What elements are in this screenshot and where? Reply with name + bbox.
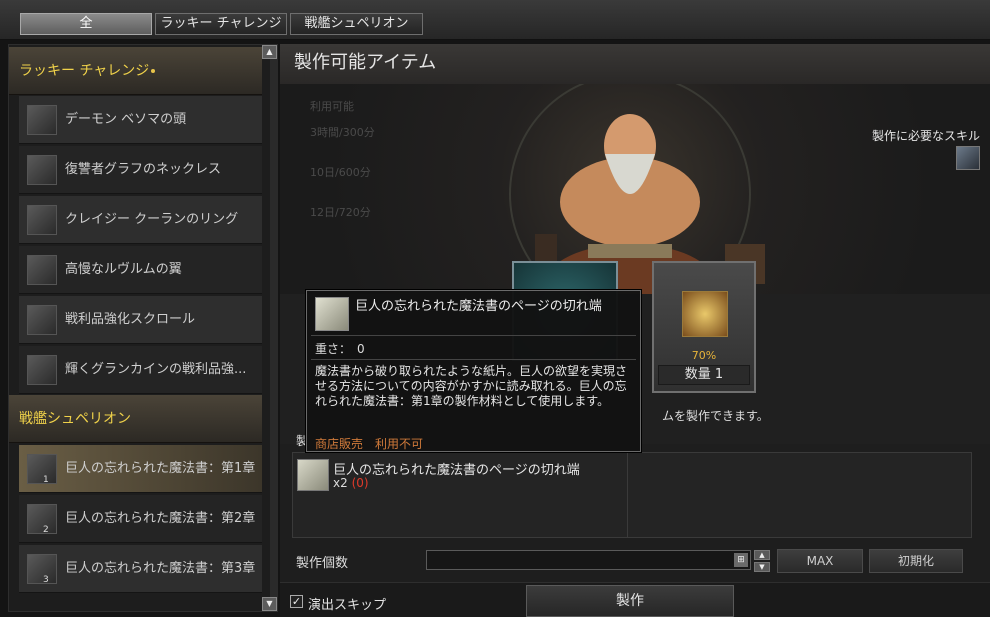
list-item-selected[interactable]: 1 巨人の忘れられた魔法書：第1章 <box>19 445 262 493</box>
success-rate: 70% <box>691 349 717 362</box>
skill-icon[interactable] <box>956 146 980 170</box>
list-item[interactable]: クレイジー クーランのリング <box>19 196 262 244</box>
category-battleship-superion[interactable]: 戦艦シュペリオン <box>9 395 262 443</box>
skip-animation-label: 演出スキップ <box>308 598 387 613</box>
top-tab-bar: 全 ラッキー チャレンジ 戦艦シュペリオン <box>0 0 990 40</box>
stepper-down-icon[interactable]: ▼ <box>754 562 770 572</box>
divider <box>311 335 636 336</box>
list-item-label: 巨人の忘れられた魔法書：第1章 <box>65 461 256 476</box>
category-label: 戦艦シュペリオン <box>19 411 131 427</box>
tooltip-weight: 重さ： 0 <box>315 342 365 356</box>
tab-battleship-superion[interactable]: 戦艦シュペリオン <box>290 13 423 35</box>
calculator-icon[interactable]: ⊞ <box>734 553 748 567</box>
craft-count-input[interactable] <box>426 550 751 570</box>
sparkle-icon <box>151 69 155 73</box>
tooltip-description: 魔法書から破り取られたような紙片。巨人の欲望を実現させる方法についての内容がかす… <box>315 364 628 408</box>
tooltip-item-name: 巨人の忘れられた魔法書のページの切れ端 <box>355 299 602 314</box>
materials-box: 巨人の忘れられた魔法書のページの切れ端 x2 (0) <box>292 452 972 538</box>
item-number: 1 <box>43 475 49 485</box>
scroll-up-icon[interactable]: ▲ <box>262 45 277 59</box>
craft-button[interactable]: 製作 <box>526 585 734 617</box>
max-button[interactable]: MAX <box>777 549 863 573</box>
list-item[interactable]: 高慢なルヴルムの翼 <box>19 246 262 294</box>
craftsman-scene: 利用可能 3時間/300分 10日/600分 12日/720分 製作に必要なスキ… <box>280 84 990 294</box>
quantity-stepper[interactable]: ▲ ▼ <box>754 550 770 572</box>
item-number: 3 <box>43 575 49 585</box>
list-item[interactable]: デーモン ベソマの頭 <box>19 96 262 144</box>
material-count: x2 (0) <box>333 476 369 490</box>
horn-icon <box>27 105 57 135</box>
list-item-label: デーモン ベソマの頭 <box>65 112 187 127</box>
scroll-icon <box>27 305 57 335</box>
book-icon <box>27 504 57 534</box>
category-label: ラッキー チャレンジ <box>19 63 150 79</box>
page-scrap-icon[interactable] <box>297 459 329 491</box>
list-item[interactable]: 戦利品強化スクロール <box>19 296 262 344</box>
list-item-label: 復讐者グラフのネックレス <box>65 162 222 177</box>
list-item-label: 高慢なルヴルムの翼 <box>65 262 182 277</box>
tab-all[interactable]: 全 <box>20 13 152 35</box>
material-required: x2 <box>333 476 348 490</box>
page-title: 製作可能アイテム <box>280 44 990 84</box>
skip-animation-checkbox[interactable]: ✓ <box>290 595 303 608</box>
dwarf-craftsman-illustration <box>509 84 765 294</box>
list-scrollbar[interactable] <box>270 45 278 611</box>
result-quantity: 数量 1 <box>658 365 750 385</box>
necklace-icon <box>27 155 57 185</box>
item-tooltip: 巨人の忘れられた魔法書のページの切れ端 重さ： 0 魔法書から破り取られたような… <box>306 290 641 452</box>
scroll-icon <box>27 355 57 385</box>
list-item-label: クレイジー クーランのリング <box>65 212 239 227</box>
recipe-list: ▲ ▼ ラッキー チャレンジ デーモン ベソマの頭 復讐者グラフのネックレス ク… <box>8 44 278 612</box>
required-skill-label: 製作に必要なスキル <box>871 129 980 143</box>
item-number: 2 <box>43 525 49 535</box>
list-item[interactable]: 2 巨人の忘れられた魔法書：第2章 <box>19 495 262 543</box>
book-icon <box>27 554 57 584</box>
list-item-label: 巨人の忘れられた魔法書：第2章 <box>65 511 256 526</box>
divider <box>311 359 636 360</box>
material-name: 巨人の忘れられた魔法書のページの切れ端 <box>333 463 580 478</box>
material-owned: (0) <box>351 476 369 490</box>
scroll-down-icon[interactable]: ▼ <box>262 597 277 611</box>
category-lucky-challenge[interactable]: ラッキー チャレンジ <box>9 47 262 95</box>
tooltip-shop-status: 商店販売 利用不可 <box>315 437 424 451</box>
list-item-label: 戦利品強化スクロール <box>65 312 196 327</box>
page-scrap-icon <box>315 297 349 331</box>
list-item[interactable]: 輝くグランカインの戦利品強... <box>19 346 262 394</box>
footer-bar: ✓ 演出スキップ 製作 <box>280 582 990 617</box>
crystal-icon <box>682 291 728 337</box>
stepper-up-icon[interactable]: ▲ <box>754 550 770 560</box>
divider <box>627 453 628 537</box>
result-item-slot[interactable]: 70% 数量 1 <box>652 261 756 393</box>
list-item-label: 巨人の忘れられた魔法書：第3章 <box>65 561 256 576</box>
list-item[interactable]: 復讐者グラフのネックレス <box>19 146 262 194</box>
craft-count-label: 製作個数 <box>296 556 349 571</box>
feather-icon <box>27 255 57 285</box>
list-item[interactable]: 3 巨人の忘れられた魔法書：第3章 <box>19 545 262 593</box>
tab-lucky-challenge[interactable]: ラッキー チャレンジ <box>155 13 287 35</box>
book-icon <box>27 454 57 484</box>
ring-icon <box>27 205 57 235</box>
craft-notice: ムを製作できます。 <box>662 409 769 423</box>
reset-button[interactable]: 初期化 <box>869 549 963 573</box>
list-item-label: 輝くグランカインの戦利品強... <box>65 362 247 377</box>
